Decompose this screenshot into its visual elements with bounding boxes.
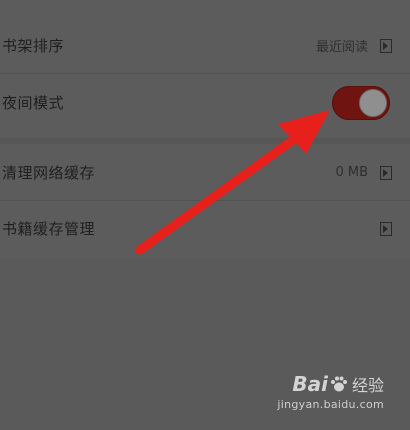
bookshelf-sort-label: 书架排序 — [2, 37, 65, 55]
chevron-right-icon — [380, 165, 392, 180]
night-mode-label: 夜间模式 — [2, 94, 65, 112]
book-cache-management-row[interactable]: 书籍缓存管理 — [0, 201, 410, 256]
watermark-brand-right: 经验 — [351, 376, 384, 395]
clear-network-cache-row[interactable]: 清理网络缓存 0 MB — [0, 145, 410, 200]
network-cache-size: 0 MB — [335, 165, 368, 180]
divider — [0, 73, 410, 74]
clear-network-cache-label: 清理网络缓存 — [2, 164, 96, 182]
section-divider — [0, 138, 410, 144]
bookshelf-sort-value: 最近阅读 — [315, 40, 368, 55]
night-mode-row[interactable]: 夜间模式 — [0, 75, 410, 130]
watermark-brand: Bai 经验 — [292, 372, 384, 396]
night-mode-toggle[interactable] — [332, 85, 390, 120]
watermark-brand-left: Bai — [292, 372, 328, 396]
bookshelf-sort-row[interactable]: 书架排序 最近阅读 — [0, 18, 410, 73]
paw-icon — [330, 376, 347, 392]
toggle-knob — [359, 88, 387, 117]
baidu-jingyan-watermark: Bai 经验 jingyan.baidu.com — [277, 372, 384, 418]
settings-list: 书架排序 最近阅读 夜间模式 清理网络缓存 0 MB 书籍缓存管理 — [0, 0, 410, 258]
chevron-right-icon — [380, 221, 392, 236]
chevron-right-icon — [380, 38, 392, 53]
watermark-url: jingyan.baidu.com — [277, 398, 384, 411]
book-cache-management-label: 书籍缓存管理 — [2, 220, 96, 238]
